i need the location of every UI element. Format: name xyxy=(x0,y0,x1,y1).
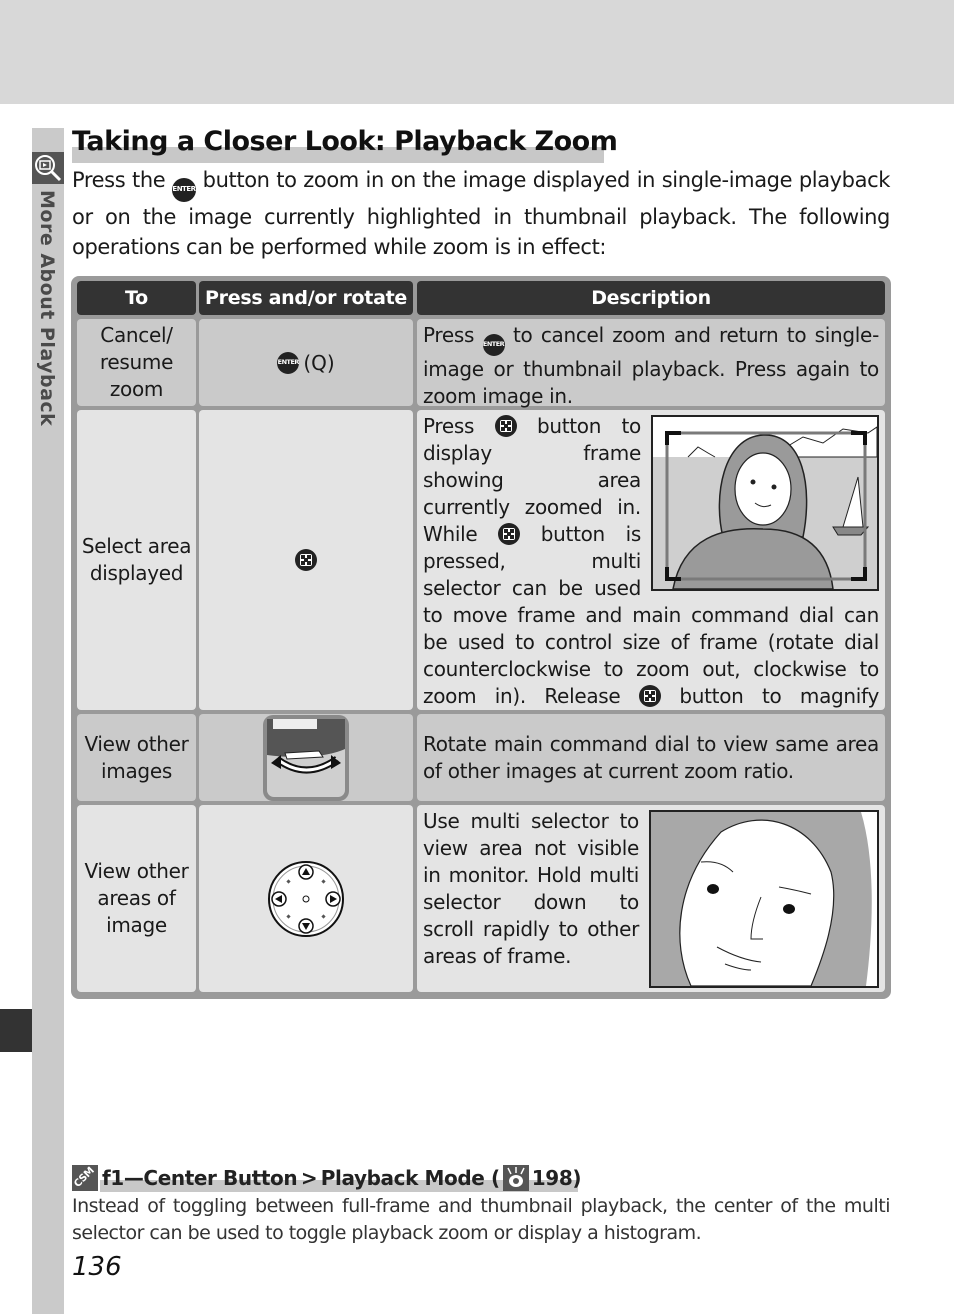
page-reference-number[interactable]: 198) xyxy=(532,1166,582,1190)
header-press-rotate: Press and/or rotate xyxy=(199,281,413,315)
csm-icon: CSM xyxy=(72,1165,98,1191)
zoom-magnifier-icon: (Q) xyxy=(303,350,335,375)
row-label: View other images xyxy=(84,731,189,783)
table-row-3-to: View other images xyxy=(77,714,196,801)
page-reference-icon xyxy=(502,1165,529,1191)
intro-text-end: button to zoom in on the image displayed… xyxy=(72,168,890,259)
enter-button-icon: ENTER xyxy=(482,334,505,356)
desc-text: Use multi selector to view area not visi… xyxy=(423,809,639,968)
section-tab-marker xyxy=(0,1009,32,1052)
table-row-3-control xyxy=(199,714,413,801)
enter-button-icon: ENTER xyxy=(277,351,299,374)
center-button-icon xyxy=(295,549,317,571)
top-band xyxy=(0,0,954,104)
table-row-2-to: Select area displayed xyxy=(77,410,196,710)
desc-text: Press xyxy=(423,414,495,438)
table-row-1-to: Cancel/ resume zoom xyxy=(77,319,196,406)
table-row-2-description: Press button to display frame showing ar… xyxy=(417,410,885,735)
center-button-icon xyxy=(494,415,517,437)
multi-selector-icon xyxy=(268,860,344,937)
center-button-icon xyxy=(638,685,661,707)
intro-text-start: Press the xyxy=(72,168,166,192)
csm-icon-text: CSM xyxy=(72,1165,97,1190)
enter-button-icon: ENTER xyxy=(171,178,196,202)
table-row-1-control: ENTER (Q) xyxy=(199,319,413,406)
center-button-icon xyxy=(498,523,521,545)
note-body: Instead of toggling between full-frame a… xyxy=(72,1195,891,1244)
table-row-4-to: View other areas of image xyxy=(77,805,196,992)
header-to: To xyxy=(77,281,196,315)
page-number: 136 xyxy=(72,1252,122,1282)
main-command-dial-icon xyxy=(263,714,349,801)
table-row-3-description: Rotate main command dial to view same ar… xyxy=(417,714,885,801)
note-heading: CSM f1—Center Button > Playback Mode ( 1… xyxy=(72,1165,581,1191)
intro-paragraph: Press the ENTER button to zoom in on the… xyxy=(72,165,890,262)
operations-table: To Press and/or rotate Description Cance… xyxy=(71,276,891,999)
desc-text: Rotate main command dial to view same ar… xyxy=(423,731,879,783)
desc-text: Press xyxy=(423,323,483,347)
row-label: View other areas of image xyxy=(84,859,189,937)
table-row-1-description: Press ENTER to cancel zoom and return to… xyxy=(417,319,885,408)
header-description: Description xyxy=(417,281,885,315)
section-label: More About Playback xyxy=(36,190,58,427)
page-title: Taking a Closer Look: Playback Zoom xyxy=(72,126,618,157)
zoom-frame-illustration xyxy=(651,415,879,591)
note-heading-text: f1—Center Button > Playback Mode ( xyxy=(102,1166,500,1190)
table-row-4-description: Use multi selector to view area not visi… xyxy=(417,805,885,992)
row-label: Cancel/ resume zoom xyxy=(99,323,174,401)
table-row-4-control xyxy=(199,805,413,992)
playback-zoom-icon xyxy=(32,152,64,184)
table-row-2-control xyxy=(199,410,413,710)
zoomed-face-illustration xyxy=(649,810,879,988)
row-label: Select area displayed xyxy=(81,534,192,585)
